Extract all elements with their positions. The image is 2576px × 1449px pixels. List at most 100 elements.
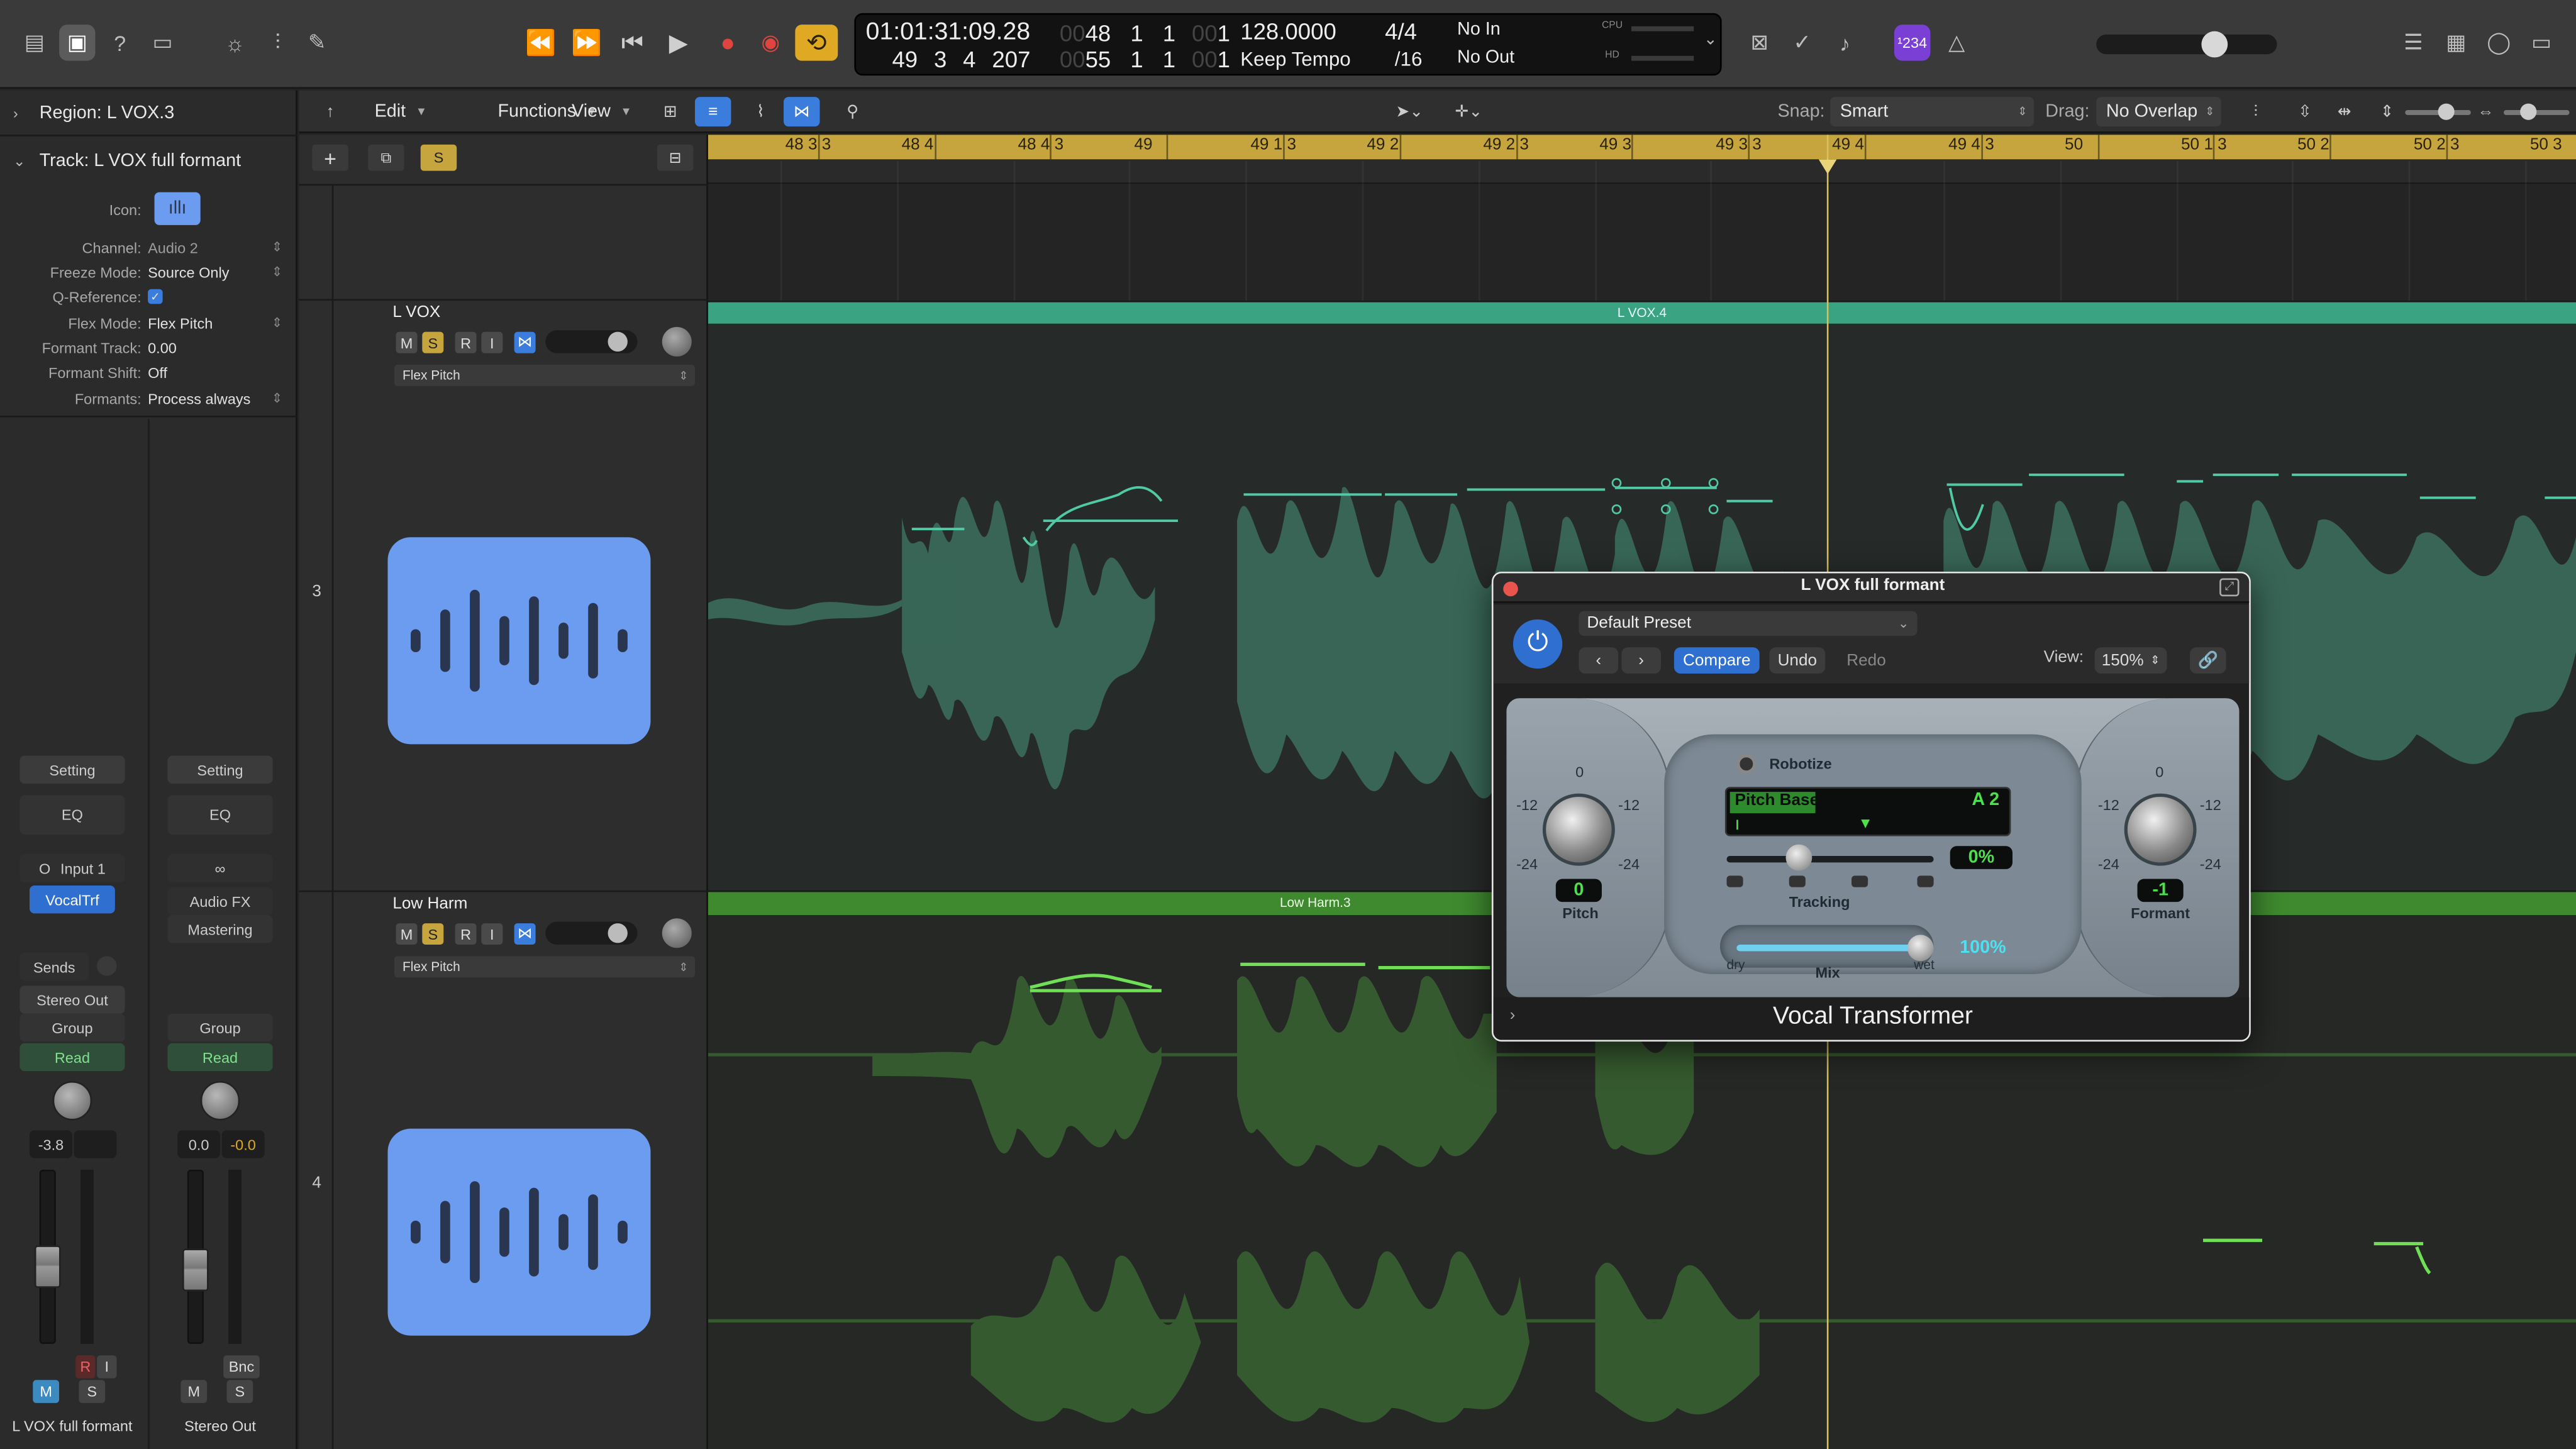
bounce-button[interactable]: Bnc <box>223 1355 260 1379</box>
volume-handle[interactable] <box>608 331 628 352</box>
region-l-vox-4[interactable]: L VOX.4 <box>708 302 2576 324</box>
redo-button[interactable]: Redo <box>1835 647 1897 674</box>
undo-button[interactable]: Undo <box>1769 647 1826 674</box>
vertical-zoom-slider[interactable] <box>2405 103 2471 120</box>
volume-readout[interactable]: -3.8 <box>30 1130 72 1158</box>
track-icon[interactable]: ıllı <box>154 192 201 225</box>
pan-knob[interactable] <box>200 1080 240 1121</box>
add-track-icon[interactable]: + <box>312 144 348 171</box>
solo-button[interactable]: S <box>79 1380 106 1403</box>
waveform-zoom-icon[interactable]: ⫶ <box>2238 97 2273 126</box>
mix-value[interactable]: 100% <box>1950 936 2016 960</box>
mute-button[interactable]: M <box>396 923 418 945</box>
cycle-icon[interactable]: ⟲ <box>795 25 838 61</box>
quick-help-icon[interactable]: ? <box>102 25 138 60</box>
notepad-icon[interactable]: ▦ <box>2438 25 2474 60</box>
tuner-icon[interactable]: ✓ <box>1784 25 1820 60</box>
grid-icon[interactable]: ⊞ <box>654 97 687 126</box>
go-to-start-icon[interactable]: ⏮ <box>611 25 654 60</box>
score-icon[interactable]: ♪ <box>1827 25 1863 60</box>
q-reference-checkbox[interactable]: ✓ <box>148 289 163 304</box>
view-menu[interactable]: View ▼ <box>572 97 632 126</box>
tracking-value[interactable]: 0% <box>1950 846 2012 869</box>
volume-fader-handle[interactable] <box>182 1248 209 1292</box>
formant-value[interactable]: -1 <box>2137 879 2184 902</box>
send-knob[interactable] <box>97 956 117 976</box>
smart-controls-icon[interactable]: ☼ <box>217 25 253 60</box>
q-reference-row[interactable]: Q-Reference: ✓ <box>0 284 297 309</box>
pan-knob[interactable] <box>662 918 692 948</box>
list-view-icon[interactable]: ≡ <box>694 97 731 127</box>
pan-knob[interactable] <box>662 326 692 357</box>
flex-icon[interactable]: ⋈ <box>514 923 536 945</box>
browser-icon[interactable]: ▭ <box>2523 25 2559 60</box>
setting-button[interactable]: Setting <box>19 755 125 784</box>
flex-mode-select[interactable]: Flex Pitch ⇕ <box>394 956 695 978</box>
record-icon[interactable]: ● <box>706 25 749 60</box>
group-slot[interactable]: Group <box>19 1013 125 1042</box>
master-volume-handle[interactable] <box>2201 31 2228 58</box>
compare-button[interactable]: Compare <box>1674 647 1760 674</box>
automation-icon[interactable]: ⌇ <box>743 97 779 126</box>
stereo-link-icon[interactable]: ∞ <box>167 854 273 882</box>
formants-row[interactable]: Formants: Process always ⇕ <box>0 386 297 411</box>
plugin-titlebar[interactable]: L VOX full formant ⤢ <box>1493 573 2250 603</box>
duplicate-track-icon[interactable]: ⧉ <box>368 144 404 171</box>
eq-button[interactable]: EQ <box>167 795 273 835</box>
marquee-tool-icon[interactable]: ✛⌄ <box>1446 97 1492 126</box>
track-icon-waveform[interactable] <box>387 1128 651 1336</box>
library-icon[interactable]: ▤ <box>16 25 52 60</box>
track-name[interactable]: L VOX <box>392 304 440 322</box>
power-icon[interactable]: ⏻ <box>1513 619 1563 669</box>
tracking-step[interactable] <box>1789 875 1806 887</box>
mastering-slot[interactable]: Mastering <box>167 915 273 943</box>
volume-fader-handle[interactable] <box>34 1246 61 1289</box>
solo-button[interactable]: S <box>422 331 444 353</box>
volume-handle[interactable] <box>608 923 628 943</box>
freeze-mode-row[interactable]: Freeze Mode: Source Only ⇕ <box>0 260 297 284</box>
list-editors-icon[interactable]: ⊠ <box>1741 25 1777 60</box>
replace-icon[interactable]: ◉ <box>749 25 792 60</box>
view-zoom-select[interactable]: 150% ⇕ <box>2094 647 2167 674</box>
play-icon[interactable]: ▶ <box>657 25 700 60</box>
slider-handle[interactable] <box>2438 103 2455 120</box>
volume-readout[interactable]: 0.0 <box>177 1130 221 1158</box>
horizontal-zoom-icon[interactable]: ⇔ <box>2471 97 2501 126</box>
track-header-low-harm[interactable]: 4 Low Harm M S R I ⋈ Flex Pitch ⇕ <box>299 890 708 1449</box>
track-header-l-vox[interactable]: 3 L VOX M S R I ⋈ Flex Pitch ⇕ <box>299 299 708 890</box>
tracking-step[interactable] <box>1726 875 1743 887</box>
mix-handle[interactable] <box>1907 935 1934 962</box>
previous-preset-icon[interactable]: ‹ <box>1579 647 1619 674</box>
pointer-tool-icon[interactable]: ➤⌄ <box>1387 97 1433 126</box>
next-preset-icon[interactable]: › <box>1621 647 1661 674</box>
snap-select[interactable]: Smart ⇕ <box>1830 97 2034 127</box>
slider-handle[interactable] <box>2520 103 2537 120</box>
eq-button[interactable]: EQ <box>19 795 125 835</box>
mute-button[interactable]: M <box>396 331 418 353</box>
input-monitor-button[interactable]: I <box>97 1355 117 1379</box>
collapse-icon[interactable]: ⊟ <box>657 144 694 171</box>
record-enable-button[interactable]: R <box>455 331 477 353</box>
automation-mode[interactable]: Read <box>167 1043 273 1072</box>
formant-knob[interactable] <box>2124 793 2197 866</box>
rewind-icon[interactable]: ⏪ <box>519 25 562 60</box>
vertical-zoom-icon[interactable]: ⇕ <box>2372 97 2402 126</box>
volume-slider[interactable] <box>545 921 638 945</box>
up-arrow-icon[interactable]: ↑ <box>312 97 348 126</box>
automation-mode[interactable]: Read <box>19 1043 125 1072</box>
metronome-icon[interactable]: △ <box>1938 25 1974 60</box>
tracking-step[interactable] <box>1852 875 1868 887</box>
link-window-icon[interactable]: ⤢ <box>2219 578 2240 597</box>
toolbar-icon[interactable]: ▭ <box>145 25 180 60</box>
robotize-button[interactable] <box>1736 754 1757 774</box>
record-enable-button[interactable]: R <box>455 923 477 945</box>
mute-button[interactable]: M <box>33 1380 60 1403</box>
editors-icon[interactable]: ✎ <box>299 25 335 60</box>
flex-icon[interactable]: ⋈ <box>514 331 536 353</box>
master-volume-slider[interactable] <box>2096 31 2277 58</box>
track-name[interactable]: Low Harm <box>392 896 467 914</box>
pitch-value[interactable]: 0 <box>1555 879 1602 902</box>
link-icon[interactable]: 🔗 <box>2190 647 2226 674</box>
formant-shift-row[interactable]: Formant Shift: Off <box>0 360 297 384</box>
tracking-step[interactable] <box>1917 875 1934 887</box>
